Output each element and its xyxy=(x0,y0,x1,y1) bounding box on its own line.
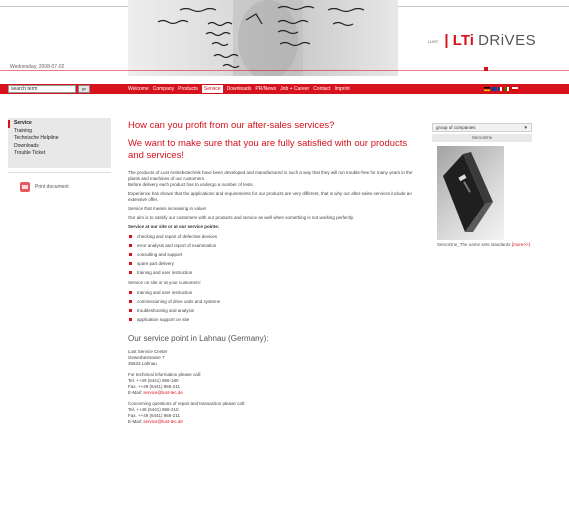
onsite-list: training and user instruction commission… xyxy=(128,288,418,324)
nav-imprint[interactable]: Imprint xyxy=(334,84,349,94)
search-go-button[interactable]: go xyxy=(78,85,90,93)
nav-downloads[interactable]: Downloads xyxy=(227,84,252,94)
technical-email-row: E-Mail: service@lust-tec.de xyxy=(128,390,418,396)
page-subtitle: We want to make sure that you are fully … xyxy=(128,138,408,161)
service-points-list: checking and repair of defective devices… xyxy=(128,232,418,277)
technical-email-link[interactable]: service@lust-tec.de xyxy=(143,390,183,395)
sidebar-item-technische-helpline[interactable]: Technische Helpline xyxy=(14,135,58,143)
technical-email-label: E-Mail: xyxy=(128,390,143,395)
german-flag-icon[interactable] xyxy=(484,87,490,91)
whiteboard-sketch xyxy=(157,0,365,76)
group-of-companies-select[interactable]: group of companies ▾ xyxy=(432,123,532,132)
sidebar-item-trouble-ticket[interactable]: Trouble Ticket xyxy=(14,150,58,158)
logo-red-square xyxy=(484,67,488,71)
page-title: How can you profit from our after-sales … xyxy=(128,120,335,131)
intro-paragraph: The products of Lust Antriebstechnik hav… xyxy=(128,170,418,188)
logo-lust-text: LUST xyxy=(428,38,439,44)
lti-drives-logo[interactable]: LUST | LTi DRiVES xyxy=(428,32,536,49)
print-document-link[interactable]: Print document xyxy=(35,184,69,190)
nav-contact[interactable]: Contact xyxy=(313,84,330,94)
sidebar-divider xyxy=(8,172,111,173)
technical-contact: For technical information please call: T… xyxy=(128,372,418,396)
sidebar-item-training[interactable]: Training xyxy=(14,128,58,136)
service-address: Lust Service Center Gewerbestrasse 7 356… xyxy=(128,349,418,367)
print-icon[interactable] xyxy=(20,182,30,192)
search-input[interactable]: search term xyxy=(8,85,76,93)
logo-lti-text: LTi xyxy=(452,32,474,49)
english-flag-icon[interactable] xyxy=(491,87,497,91)
header-image xyxy=(128,0,398,76)
intro-text: The products of Lust Antriebstechnik hav… xyxy=(128,170,413,181)
logo-drives-text: DRiVES xyxy=(478,32,537,49)
logo-bar: | xyxy=(444,32,449,49)
address-line: 35633 Lahnau xyxy=(128,361,157,366)
sidebar-item-service[interactable]: Service xyxy=(14,120,58,128)
repair-contact: Concerning questions of repair and trans… xyxy=(128,401,418,425)
nav-pr-news[interactable]: PR/News xyxy=(255,84,276,94)
servo-drive-graphic xyxy=(443,152,493,232)
list-item: spare part delivery xyxy=(128,259,418,268)
list-item: commissioning of drive units and systems xyxy=(128,297,418,306)
nav-products[interactable]: Products xyxy=(178,84,198,94)
product-teaser-title: ServoOne xyxy=(432,134,532,142)
experience-paragraph: Experience has shown that the applicatio… xyxy=(128,191,412,202)
list-item: consulting and support xyxy=(128,250,418,259)
repair-email-label: E-Mail: xyxy=(128,419,143,424)
polish-flag-icon[interactable] xyxy=(512,87,518,91)
language-flags xyxy=(484,87,519,91)
list-item: checking and repair of defective devices xyxy=(128,232,418,241)
servoone-product-image[interactable] xyxy=(437,146,504,240)
list-item: training and user instruction xyxy=(128,268,418,277)
nav-company[interactable]: Company xyxy=(153,84,174,94)
tests-text: Before delivery each product has to unde… xyxy=(128,182,254,187)
nav-service[interactable]: Service xyxy=(201,85,223,93)
chevron-down-icon: ▾ xyxy=(524,125,527,131)
nav-welcome[interactable]: Welcome xyxy=(128,84,149,94)
list-item: application support on site xyxy=(128,315,418,324)
list-item: error analysis and report of examination xyxy=(128,241,418,250)
product-teaser-caption: ServoOne_The name sets standards [more>>… xyxy=(437,242,532,248)
list-item: troubleshooting and analysis xyxy=(128,306,418,315)
list-item: training and user instruction xyxy=(128,288,418,297)
group-select-value: group of companies xyxy=(436,125,476,130)
service-point-title: Our service point in Lahnau (Germany): xyxy=(128,334,269,343)
aim-paragraph: Our aim is to satisfy our customers with… xyxy=(128,215,355,220)
italian-flag-icon[interactable] xyxy=(505,87,511,91)
french-flag-icon[interactable] xyxy=(498,87,504,91)
service-points-heading: Service at our site or at our service po… xyxy=(128,224,220,229)
main-navigation: Welcome Company Products Service Downloa… xyxy=(128,84,354,94)
repair-email-row: E-Mail: service@lust-tec.de xyxy=(128,419,418,425)
sidebar-menu: Service Training Technische Helpline Dow… xyxy=(14,120,58,158)
nav-job-career[interactable]: Job + Career xyxy=(280,84,309,94)
more-link[interactable]: [more>>] xyxy=(512,242,530,247)
value-paragraph: Service that means increasing in value! xyxy=(128,206,207,211)
sidebar-active-marker xyxy=(8,120,10,128)
main-content: How can you profit from our after-sales … xyxy=(128,120,418,425)
caption-text: ServoOne_The name sets standards xyxy=(437,242,511,247)
sidebar-item-downloads[interactable]: Downloads xyxy=(14,143,58,151)
repair-email-link[interactable]: service@lust-tec.de xyxy=(143,419,183,424)
onsite-heading: Service on site or at your customers: xyxy=(128,280,202,285)
